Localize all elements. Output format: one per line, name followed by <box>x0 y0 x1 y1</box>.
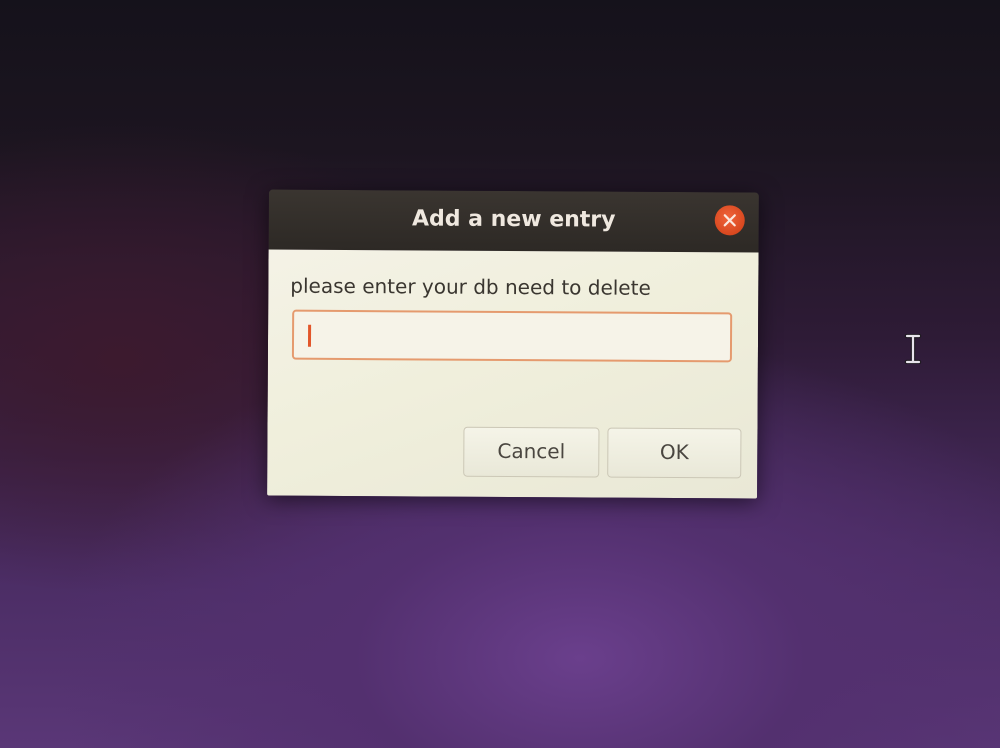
prompt-label: please enter your db need to delete <box>290 273 651 300</box>
db-name-input[interactable] <box>293 311 731 361</box>
db-name-input-field[interactable] <box>291 309 733 363</box>
close-icon <box>723 214 736 227</box>
ibeam-cursor-icon <box>904 334 922 364</box>
text-caret <box>307 324 312 347</box>
dialog-body: please enter your db need to delete Canc… <box>267 249 759 499</box>
add-entry-dialog: Add a new entry please enter your db nee… <box>267 189 759 499</box>
ok-button[interactable]: OK <box>607 427 742 479</box>
dialog-title: Add a new entry <box>411 206 616 233</box>
desktop-background: Add a new entry please enter your db nee… <box>0 0 1000 748</box>
close-button[interactable] <box>714 205 745 236</box>
dialog-titlebar[interactable]: Add a new entry <box>268 189 759 253</box>
cancel-button[interactable]: Cancel <box>463 426 600 478</box>
